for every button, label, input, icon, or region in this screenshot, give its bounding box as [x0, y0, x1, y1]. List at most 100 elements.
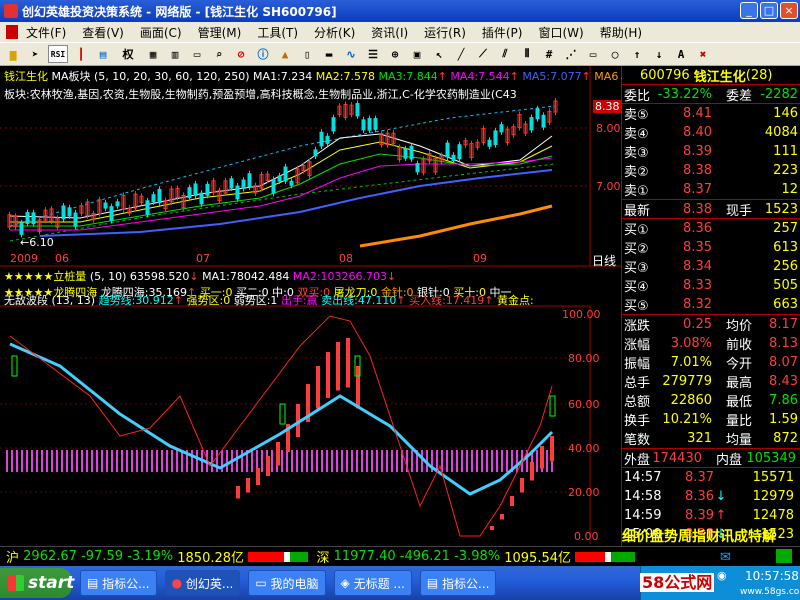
band-bar — [116, 450, 118, 472]
menu-window[interactable]: 窗口(W) — [530, 24, 591, 41]
period-label[interactable]: 日线 — [592, 252, 616, 269]
open-folder-icon[interactable]: ▆ — [4, 45, 22, 63]
stat-label: 笔数 — [624, 433, 651, 448]
sh-pct: -3.19% — [127, 549, 174, 564]
histogram-bar — [326, 352, 330, 398]
buy-row: 买① 8.36 257 — [622, 219, 800, 238]
info-icon[interactable]: ⓘ — [254, 45, 272, 63]
menu-analysis[interactable]: 分析(K) — [306, 24, 363, 41]
vertical-lines-icon[interactable]: ⦀ — [518, 45, 536, 63]
candle-icon[interactable]: ┃ — [72, 45, 90, 63]
quote-header: 600796 钱江生化 (28) — [622, 66, 800, 85]
menu-manage[interactable]: 管理(M) — [190, 24, 250, 41]
chart-area[interactable]: 钱江生化 MA板块 (5, 10, 20, 30, 60, 120, 250) … — [0, 66, 628, 546]
ellipse-icon[interactable]: ◯ — [606, 45, 624, 63]
menu-run[interactable]: 运行(R) — [416, 24, 474, 41]
delete-icon[interactable]: ✖ — [694, 45, 712, 63]
arrow-down-icon[interactable]: ↓ — [650, 45, 668, 63]
book-icon[interactable]: ▬ — [320, 45, 338, 63]
menu-file[interactable]: 文件(F) — [18, 24, 74, 41]
buy-volume: 505 — [773, 278, 798, 293]
low-price-label: ←6.10 — [20, 236, 54, 249]
menu-news[interactable]: 资讯(I) — [363, 24, 416, 41]
band-bar — [236, 450, 238, 472]
stop-icon[interactable]: ⊘ — [232, 45, 250, 63]
taskbar-item-3[interactable]: ◈ 无标题 ... — [333, 570, 412, 596]
arrow-up-icon[interactable]: ↑ — [628, 45, 646, 63]
minimize-button[interactable]: _ — [740, 2, 758, 19]
maximize-button[interactable]: □ — [760, 2, 778, 19]
trend-icon[interactable]: ⟋ — [474, 45, 492, 63]
quote-tabs[interactable]: 细价盘势周指财讯成特解 — [622, 526, 800, 545]
band-bar — [496, 450, 498, 472]
taskbar-item-1[interactable]: ● 创幻英... — [164, 570, 241, 596]
grid-icon[interactable]: ▦ — [144, 45, 162, 63]
band-bar — [146, 450, 148, 472]
doc-icon[interactable]: ▯ — [298, 45, 316, 63]
toolbar: ▆ ➤ RSI ┃ ▤ 权 ▦ ▥ ▭ ⌕ ⊘ ⓘ ▲ ▯ ▬ ∿ ☰ ⊕ ▣ … — [0, 42, 800, 66]
date-2009: 2009 — [10, 252, 38, 265]
buy-price: 8.36 — [683, 221, 712, 236]
rsi-button[interactable]: RSI — [48, 45, 68, 63]
zoom-icon[interactable]: ⊕ — [386, 45, 404, 63]
hash-icon[interactable]: # — [540, 45, 558, 63]
band-bar — [141, 450, 143, 472]
start-button[interactable]: start — [0, 568, 74, 598]
close-button[interactable]: × — [780, 2, 798, 19]
sz-index: 11977.40 — [333, 549, 396, 564]
price-label-8: 8.00 — [596, 122, 621, 135]
band-bar — [151, 450, 153, 472]
band-bar — [291, 450, 293, 472]
menu-view[interactable]: 查看(V) — [74, 24, 132, 41]
taskbar-item-2[interactable]: ▭ 我的电脑 — [248, 570, 326, 596]
mail-icon[interactable]: ✉ — [720, 550, 731, 565]
sell-orders: 卖⑤ 8.41 146 卖④ 8.40 4084 卖③ 8.39 111 卖② 8.38 223 卖① 8… — [622, 104, 800, 200]
warning-icon[interactable]: ▲ — [276, 45, 294, 63]
parallel-icon[interactable]: ⫽ — [496, 45, 514, 63]
watermark: 58公式网 www.58gs.com — [640, 569, 800, 599]
band-bar — [486, 450, 488, 472]
sz-change: -496.21 — [399, 549, 450, 564]
taskbar-item-4[interactable]: ▤ 指标公... — [419, 570, 497, 596]
menu-help[interactable]: 帮助(H) — [592, 24, 650, 41]
stat-row: 笔数 321 均量 872 — [622, 429, 800, 448]
band-bar — [346, 450, 348, 472]
text-tool-icon[interactable]: A — [672, 45, 690, 63]
band-bar — [66, 450, 68, 472]
buy-volume: 257 — [773, 221, 798, 236]
histogram-bar — [530, 462, 534, 481]
tick-time: 14:59 — [624, 508, 662, 523]
wave-icon[interactable]: ∿ — [342, 45, 360, 63]
band-bar — [286, 450, 288, 472]
stat-value: 7.01% — [670, 355, 712, 370]
last-row: 最新 8.38 现手 1523 — [622, 200, 800, 219]
pointer-icon[interactable]: ↖ — [430, 45, 448, 63]
band-bar — [161, 450, 163, 472]
clock[interactable]: 10:57:58 — [745, 569, 799, 583]
band-bar — [126, 450, 128, 472]
list-icon[interactable]: ☰ — [364, 45, 382, 63]
search-icon[interactable]: ⌕ — [210, 45, 228, 63]
monitor-icon[interactable]: ▭ — [188, 45, 206, 63]
chart-icon[interactable]: ▤ — [94, 45, 112, 63]
tick-price: 8.39 — [685, 508, 714, 523]
rect-icon[interactable]: ▭ — [584, 45, 602, 63]
taskbar-item-0[interactable]: ▤ 指标公... — [80, 570, 157, 596]
band-bar — [176, 450, 178, 472]
outer-value: 174430 — [652, 450, 702, 466]
layout-icon[interactable]: ▣ — [408, 45, 426, 63]
band-bar — [491, 450, 493, 472]
sell-label: 卖① — [624, 184, 649, 199]
fuquan-button[interactable]: 权 — [116, 45, 140, 63]
table-icon[interactable]: ▥ — [166, 45, 184, 63]
fan-icon[interactable]: ⋰ — [562, 45, 580, 63]
menu-tools[interactable]: 工具(T) — [249, 24, 306, 41]
menu-screen[interactable]: 画面(C) — [132, 24, 190, 41]
band-bar — [76, 450, 78, 472]
arrow-icon[interactable]: ➤ — [26, 45, 44, 63]
menu-plugin[interactable]: 插件(P) — [474, 24, 531, 41]
line-icon[interactable]: ╱ — [452, 45, 470, 63]
tick-time: 14:57 — [624, 470, 662, 485]
sell-price: 8.41 — [683, 106, 712, 121]
last-value: 8.38 — [683, 201, 712, 217]
